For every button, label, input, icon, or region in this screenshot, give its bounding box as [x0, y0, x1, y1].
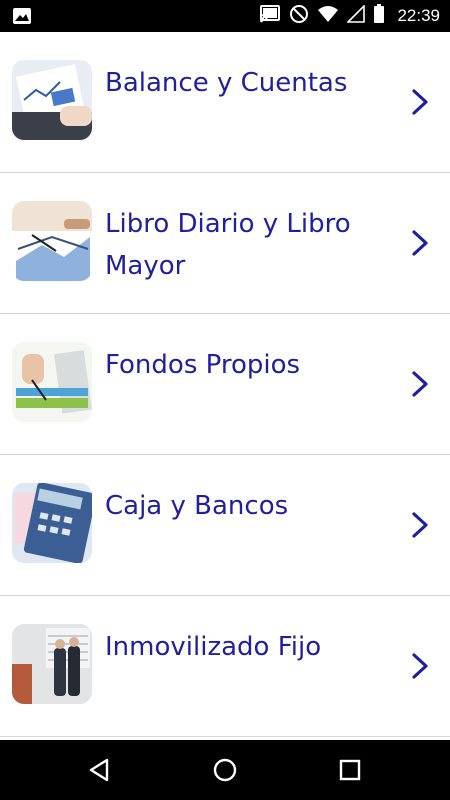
- navigation-bar: [0, 740, 450, 800]
- status-bar: 22:39: [0, 0, 450, 32]
- menu-item-fondos-propios[interactable]: Fondos Propios: [0, 314, 450, 455]
- menu-item-label: Balance y Cuentas: [105, 68, 348, 98]
- thumbnail-image: [12, 201, 92, 281]
- chevron-right-icon[interactable]: [408, 87, 432, 117]
- chevron-right-icon[interactable]: [408, 510, 432, 540]
- chevron-right-icon[interactable]: [408, 369, 432, 399]
- chevron-right-icon[interactable]: [408, 651, 432, 681]
- chevron-right-icon[interactable]: [408, 228, 432, 258]
- thumbnail-image: [12, 624, 92, 704]
- cellular-signal-icon: [346, 4, 366, 27]
- thumbnail-image: [12, 60, 92, 140]
- wifi-icon: [317, 5, 339, 27]
- menu-item-label: Inmovilizado Fijo: [105, 632, 322, 662]
- thumbnail-image: [12, 483, 92, 563]
- menu-item-inmovilizado-fijo[interactable]: Inmovilizado Fijo: [0, 596, 450, 737]
- thumbnail-image: [12, 342, 92, 422]
- menu-item-label: Fondos Propios: [105, 350, 301, 380]
- battery-icon: [373, 4, 385, 28]
- home-icon[interactable]: [210, 755, 240, 785]
- menu-item-balance-y-cuentas[interactable]: Balance y Cuentas: [0, 32, 450, 173]
- menu-item-label: Libro Diario y Libro Mayor: [105, 209, 351, 281]
- menu-list: Balance y Cuentas Libro Diario y Libro M…: [0, 32, 450, 737]
- do-not-disturb-icon: [289, 4, 309, 28]
- menu-item-caja-y-bancos[interactable]: Caja y Bancos: [0, 455, 450, 596]
- cast-icon: [259, 5, 281, 27]
- recent-apps-icon[interactable]: [335, 755, 365, 785]
- menu-item-libro-diario-y-libro-mayor[interactable]: Libro Diario y Libro Mayor: [0, 173, 450, 314]
- status-time: 22:39: [397, 6, 440, 25]
- image-icon: [12, 7, 32, 29]
- back-icon[interactable]: [85, 755, 115, 785]
- menu-item-label: Caja y Bancos: [105, 491, 289, 521]
